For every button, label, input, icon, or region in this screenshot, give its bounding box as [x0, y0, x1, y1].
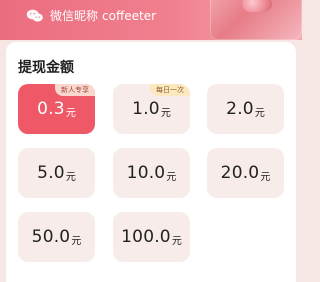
withdraw-amount-title: 提现金额 [18, 60, 74, 76]
amount-option-badge: 新人专享 [55, 84, 95, 96]
amount-option-value: 5.0 [37, 162, 65, 183]
amount-option-value: 20.0 [220, 162, 260, 183]
amount-option-5-0[interactable]: 5.0 元 [18, 148, 95, 198]
amount-option-unit: 元 [171, 235, 182, 247]
amount-option-0-3[interactable]: 新人专享 0.3 元 [18, 84, 95, 134]
amount-option-value: 50.0 [31, 226, 71, 247]
amount-option-unit: 元 [260, 171, 271, 183]
amount-option-unit: 元 [254, 107, 265, 119]
amount-option-value: 1.0 [132, 98, 160, 119]
withdraw-amount-grid: 新人专享 0.3 元 每日一次 1.0 元 2.0 元 5.0 元 10.0 元… [18, 84, 284, 262]
wechat-nickname-row: 微信昵称 coffeeter [26, 7, 156, 24]
amount-option-unit: 元 [71, 235, 82, 247]
wechat-nickname-value: coffeeter [102, 8, 157, 23]
amount-option-50-0[interactable]: 50.0 元 [18, 212, 95, 262]
amount-option-value: 0.3 [37, 98, 65, 119]
amount-option-unit: 元 [166, 171, 177, 183]
banner-decoration [210, 0, 302, 40]
amount-option-unit: 元 [160, 107, 171, 119]
amount-option-10-0[interactable]: 10.0 元 [113, 148, 190, 198]
amount-option-unit: 元 [65, 171, 76, 183]
wechat-nickname-label: 微信昵称 [50, 9, 99, 23]
amount-option-20-0[interactable]: 20.0 元 [207, 148, 284, 198]
amount-option-2-0[interactable]: 2.0 元 [207, 84, 284, 134]
amount-option-badge: 每日一次 [150, 84, 190, 96]
wechat-icon [26, 9, 43, 22]
amount-option-unit: 元 [65, 107, 76, 119]
amount-option-value: 100.0 [121, 226, 171, 247]
amount-option-value: 2.0 [226, 98, 254, 119]
banner-decoration-shape [242, 0, 272, 12]
amount-option-value: 10.0 [126, 162, 166, 183]
amount-option-100-0[interactable]: 100.0 元 [113, 212, 190, 262]
top-banner: 微信昵称 coffeeter [0, 0, 302, 40]
amount-option-1-0[interactable]: 每日一次 1.0 元 [113, 84, 190, 134]
